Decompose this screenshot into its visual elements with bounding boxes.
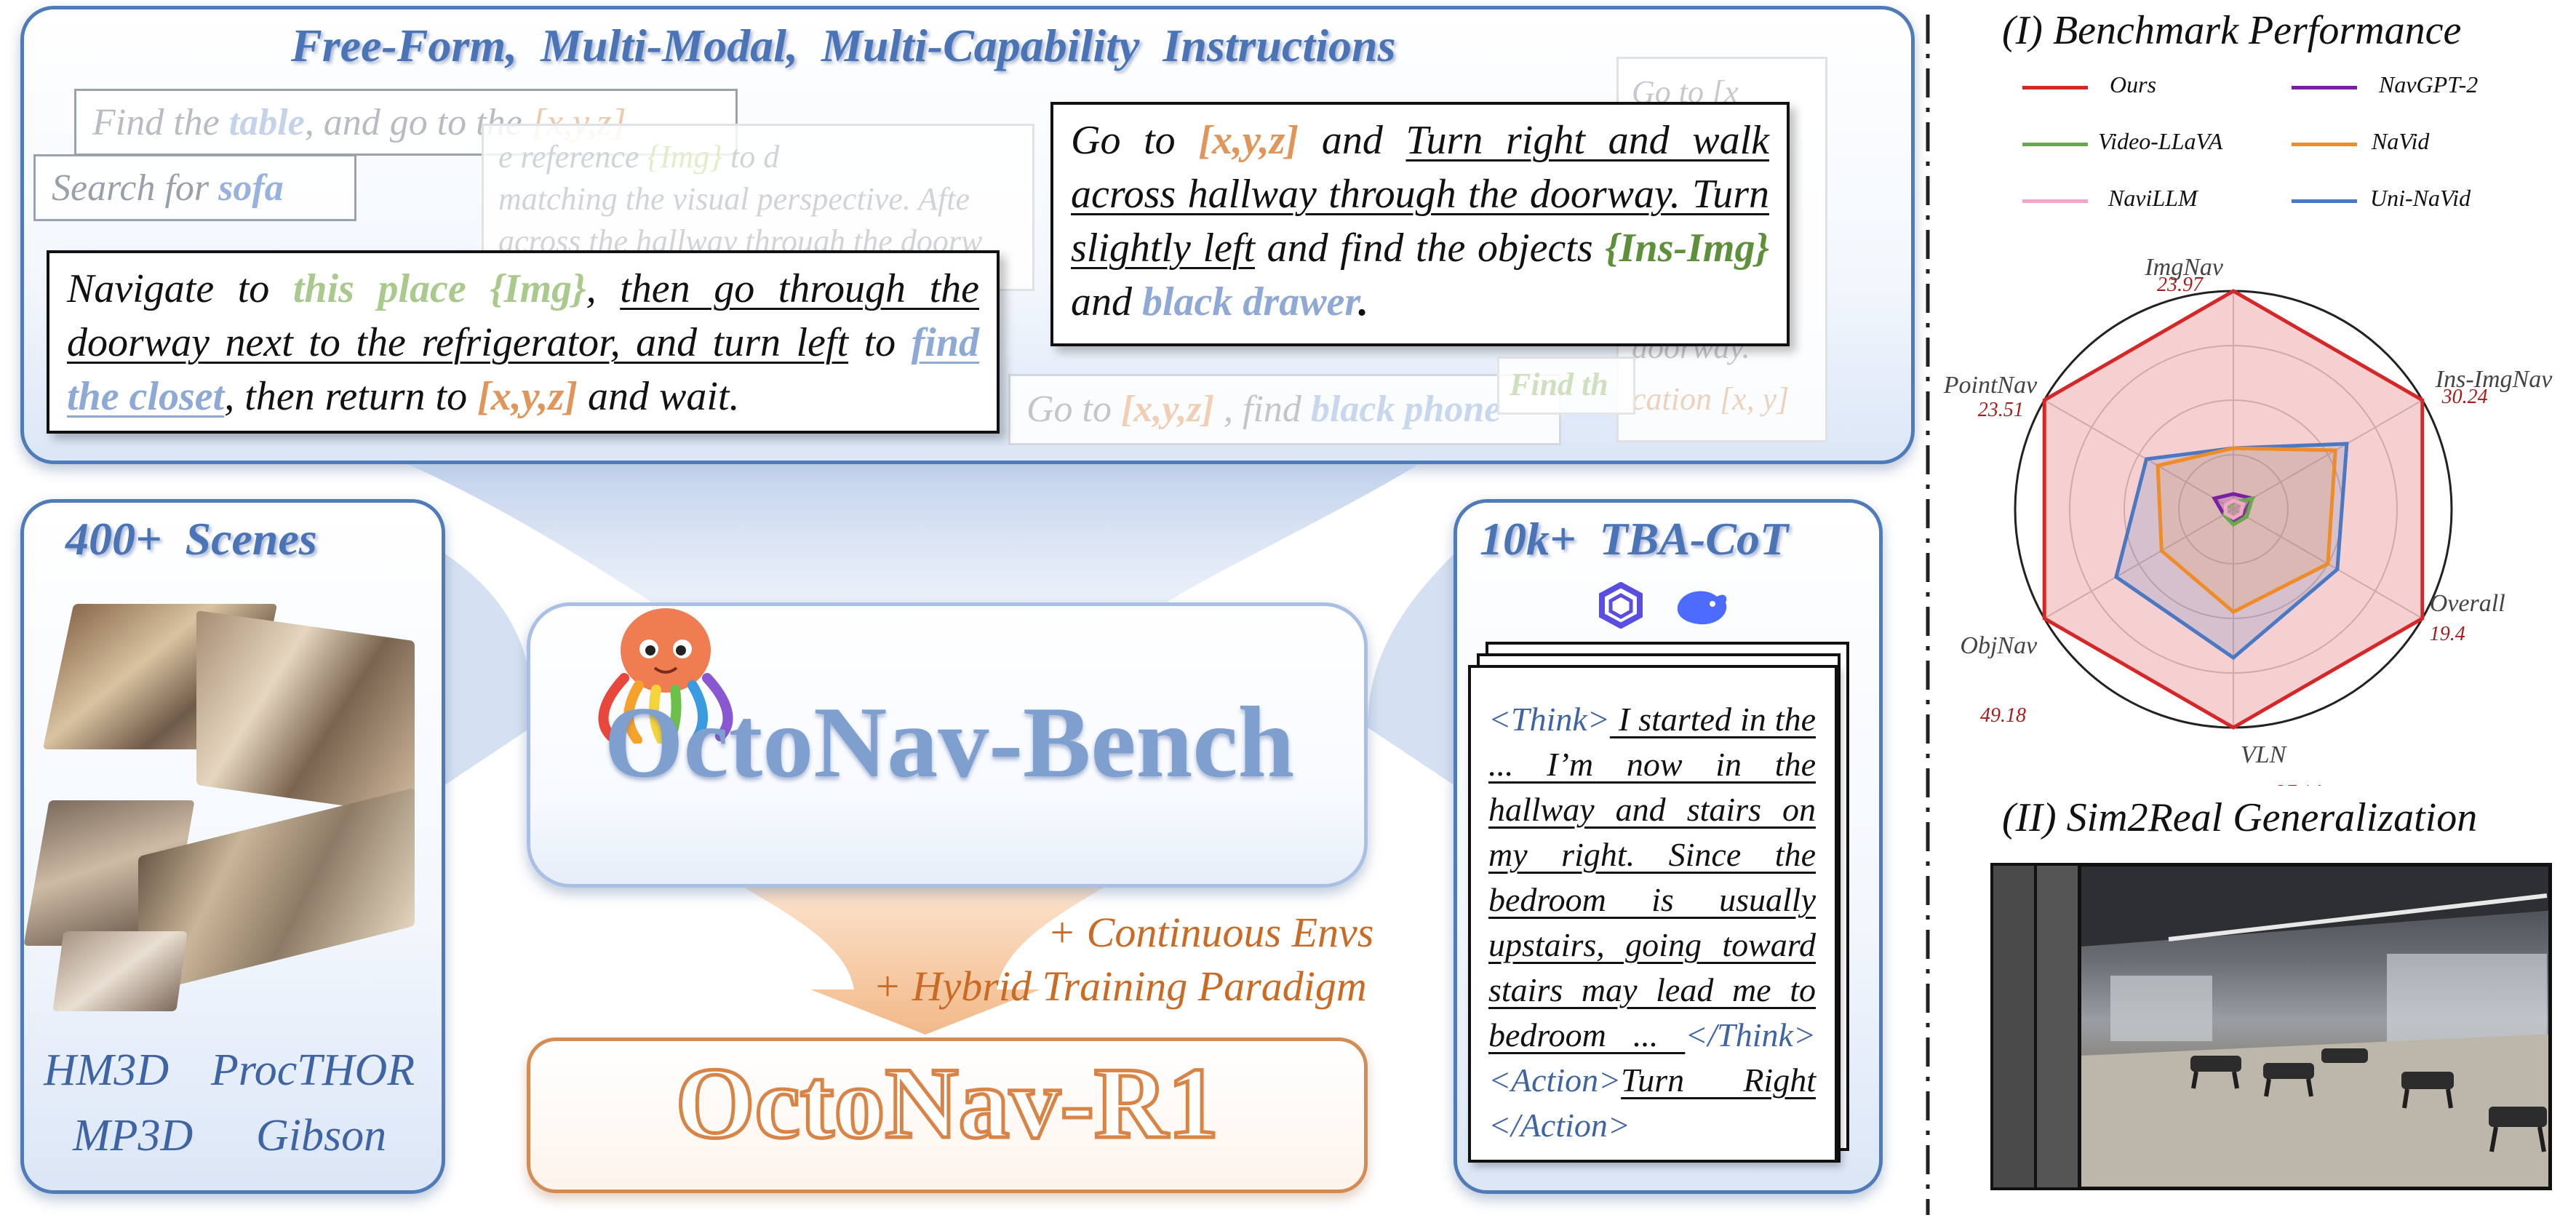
legend-label-videollava: Video-LLaVA xyxy=(2098,128,2223,154)
radar-axis-max-value: 30.24 xyxy=(2441,386,2488,408)
blue-fan-left xyxy=(444,553,533,786)
radar-chart: Ins-ImgNav30.24Overall19.4VLN37.14ObjNav… xyxy=(1943,254,2553,786)
dataset-hm3d: HM3D xyxy=(44,1045,170,1095)
legend-line-navgpt2 xyxy=(2292,86,2357,89)
dataset-mp3d: MP3D xyxy=(73,1111,194,1160)
dataset-gibson: Gibson xyxy=(256,1111,387,1160)
scenes-title: 400+ Scenes xyxy=(65,513,317,565)
dataset-procthor: ProcTHOR xyxy=(211,1045,415,1095)
radar-axis-max-value: 23.97 xyxy=(2157,274,2204,296)
scene-house-5 xyxy=(52,931,188,1011)
radar-axis-label: PointNav xyxy=(1943,372,2038,399)
qwen-icon xyxy=(1598,581,1644,629)
legend-label-navillm: NaviLLM xyxy=(2108,185,2198,211)
legend-label-uninavid: Uni-NaVid xyxy=(2370,185,2471,211)
radar-series-navillm xyxy=(2224,498,2245,520)
scene-house-2 xyxy=(196,610,415,816)
sim2real-title: (II) Sim2Real Generalization xyxy=(2002,795,2478,840)
legend-line-uninavid xyxy=(2292,199,2357,203)
cot-title: 10k+ TBA-CoT xyxy=(1480,513,1789,565)
legend-line-ours xyxy=(2022,86,2088,89)
sim2real-photo xyxy=(2078,863,2552,1190)
extra-continuous-envs: + Continuous Envs xyxy=(1048,909,1374,956)
radar-axis-max-value: 49.18 xyxy=(1980,704,2026,727)
radar-axis-label: ObjNav xyxy=(1960,632,2038,659)
radar-axis-max-value: 23.51 xyxy=(1978,399,2024,421)
blue-fan-top xyxy=(407,464,1419,604)
extra-hybrid-training: + Hybrid Training Paradigm xyxy=(873,963,1367,1010)
legend-line-navillm xyxy=(2022,199,2088,203)
bench-title: OctoNav-Bench xyxy=(604,686,1295,799)
cot-card: <Think> I started in the ... I’m now in … xyxy=(1468,665,1838,1163)
model-title: OctoNav-R1 xyxy=(674,1045,1220,1162)
radar-axis-label: VLN xyxy=(2241,741,2288,768)
legend-label-ours: Ours xyxy=(2110,71,2157,97)
radar-axis-max-value: 37.14 xyxy=(2275,781,2321,786)
legend-line-videollava xyxy=(2022,143,2088,146)
radar-axis-label: Overall xyxy=(2430,590,2505,617)
deepseek-icon xyxy=(1673,582,1731,629)
blue-fan-right xyxy=(1368,553,1455,786)
benchmark-title: (I) Benchmark Performance xyxy=(2002,8,2462,53)
radar-axis-max-value: 19.4 xyxy=(2430,623,2465,645)
sim2real-scene xyxy=(2081,867,2548,1187)
legend-label-navgpt2: NavGPT-2 xyxy=(2379,71,2479,97)
legend-label-navid: NaVid xyxy=(2372,128,2430,154)
scene-renders xyxy=(23,582,436,1033)
legend-line-navid xyxy=(2292,143,2357,146)
